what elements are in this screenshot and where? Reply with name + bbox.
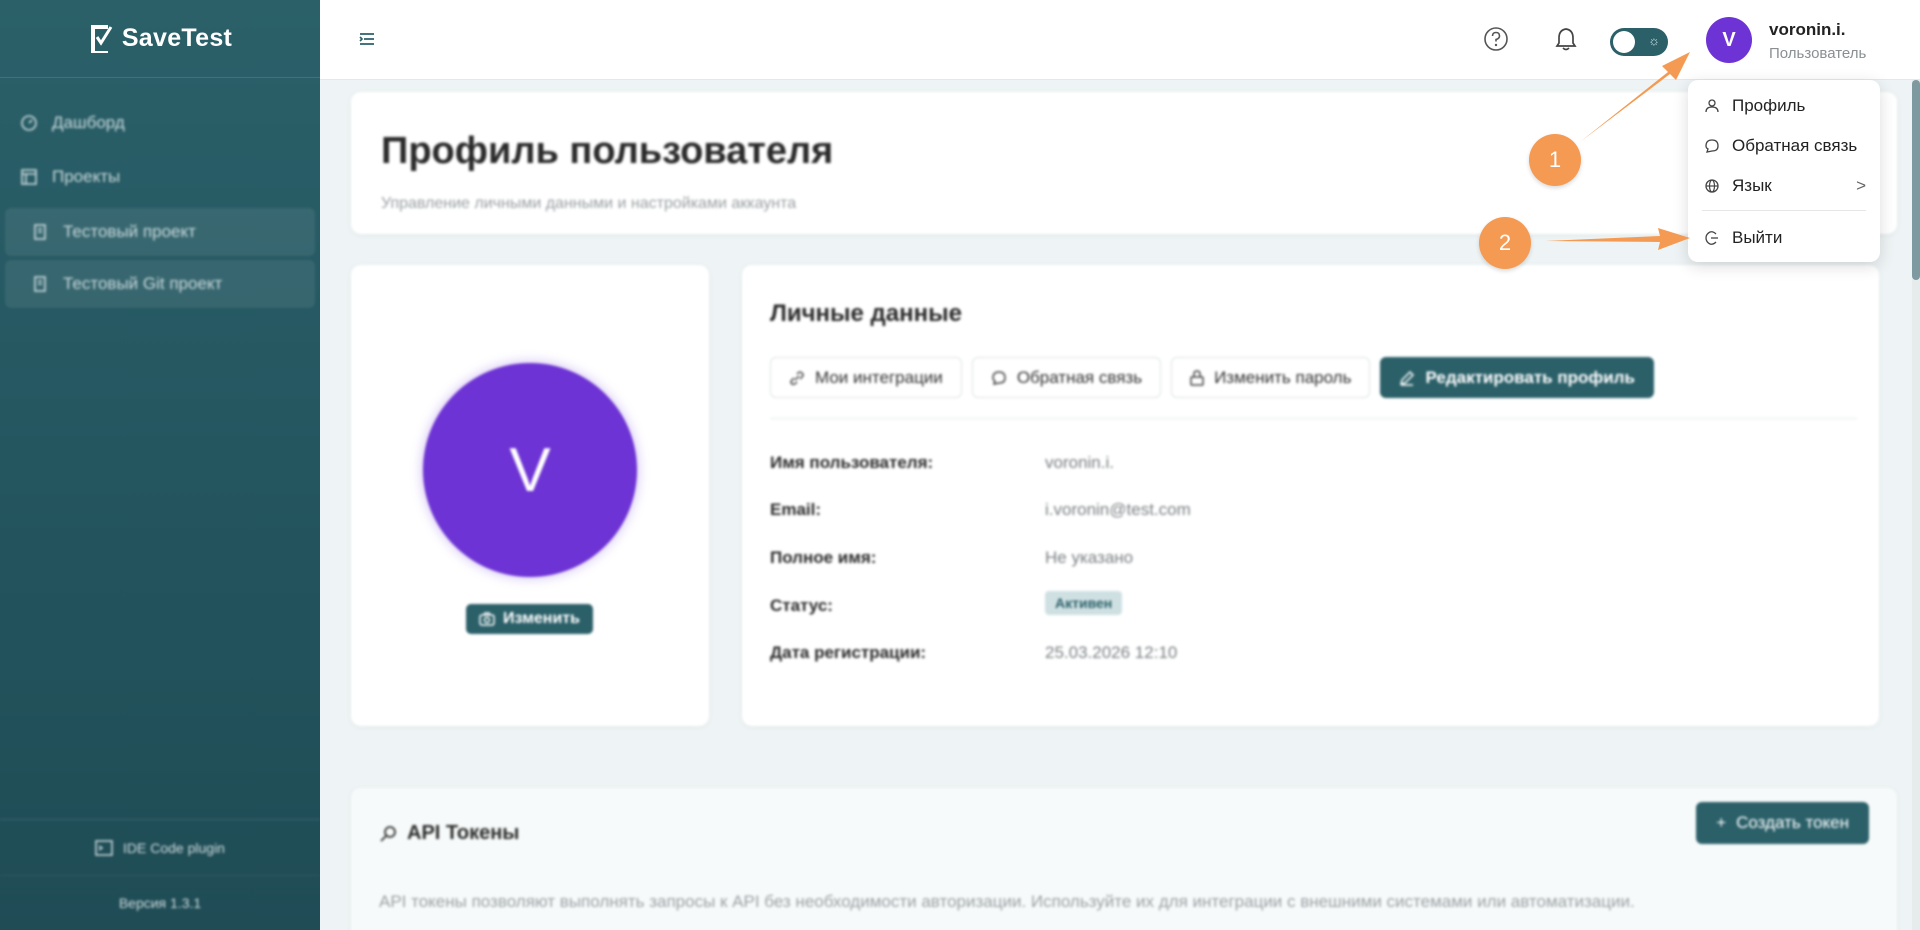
menu-item-label: Выйти [1732, 228, 1783, 247]
sun-icon: ☼ [1648, 33, 1660, 48]
menu-item-language[interactable]: Язык > [1688, 167, 1880, 205]
my-integrations-button[interactable]: Мои интеграции [770, 357, 962, 398]
menu-item-label: Обратная связь [1732, 136, 1858, 155]
sidebar-item-projects[interactable]: Проекты [0, 150, 320, 204]
main-content: Профиль пользователя Управление личными … [320, 80, 1920, 930]
sidebar-item-label: Дашборд [52, 113, 125, 132]
status-badge: Активен [1045, 591, 1123, 615]
menu-item-logout[interactable]: Выйти [1688, 219, 1880, 257]
chevron-right-icon: > [1856, 176, 1866, 195]
chat-icon [992, 370, 1006, 385]
projects-icon [21, 169, 37, 185]
logout-icon [1705, 231, 1718, 245]
change-password-label: Изменить пароль [1214, 367, 1352, 387]
feedback-button[interactable]: Обратная связь [971, 357, 1162, 398]
scrollbar-thumb[interactable] [1912, 80, 1920, 280]
api-tokens-header: API Токены [379, 822, 519, 845]
menu-toggle-icon[interactable] [358, 30, 376, 48]
user-role: Пользователь [1769, 45, 1867, 62]
field-value: voronin.i. [1045, 453, 1114, 472]
annotation-badge-1: 1 [1529, 134, 1581, 186]
link-icon [790, 370, 804, 385]
field-label: Полное имя: [770, 548, 877, 567]
logo-icon [90, 24, 113, 53]
field-label: Email: [770, 500, 822, 519]
sidebar-item-label: Тестовый проект [63, 222, 196, 241]
user-dropdown-menu: Профиль Обратная связь Язык > Выйти [1688, 80, 1880, 262]
plus-icon: + [1716, 813, 1727, 832]
project-icon [34, 276, 46, 292]
change-avatar-button[interactable]: Изменить [466, 604, 593, 634]
version-label: Версия 1.3.1 [0, 875, 320, 930]
api-tokens-title: API Токены [407, 822, 520, 844]
logo-text: SaveTest [121, 24, 233, 52]
chat-icon [1705, 139, 1719, 153]
ide-plugin-label: IDE Code plugin [123, 839, 225, 856]
sidebar-item-label: Тестовый Git проект [63, 274, 223, 293]
sidebar-item-test-git-project[interactable]: Тестовый Git проект [5, 260, 315, 308]
theme-toggle[interactable]: ☼ [1610, 28, 1668, 56]
lock-icon [1190, 369, 1204, 386]
personal-data-card: Личные данные Мои интеграции Обратная св… [742, 265, 1879, 726]
change-password-button[interactable]: Изменить пароль [1171, 357, 1371, 398]
edit-profile-button[interactable]: Редактировать профиль [1380, 357, 1654, 398]
menu-item-label: Профиль [1732, 96, 1806, 115]
menu-item-feedback[interactable]: Обратная связь [1688, 127, 1880, 165]
sidebar-item-test-project[interactable]: Тестовый проект [5, 208, 315, 256]
feedback-label: Обратная связь [1016, 367, 1143, 387]
menu-item-profile[interactable]: Профиль [1688, 87, 1880, 125]
divider [770, 418, 1857, 419]
field-label: Имя пользователя: [770, 453, 934, 472]
change-avatar-label: Изменить [503, 610, 580, 627]
user-icon [1705, 99, 1719, 113]
key-icon [380, 825, 396, 842]
menu-divider [1702, 210, 1866, 211]
toggle-knob [1613, 31, 1635, 53]
api-tokens-card: API Токены + Создать токен API токены по… [351, 788, 1897, 930]
page-subtitle: Управление личными данными и настройками… [381, 195, 797, 212]
annotation-badge-2: 2 [1479, 217, 1531, 269]
notification-bell-icon[interactable] [1554, 26, 1578, 52]
terminal-icon [95, 839, 113, 856]
top-bar: ☼ V voronin.i. Пользователь [320, 0, 1920, 80]
camera-icon [479, 612, 495, 626]
user-name[interactable]: voronin.i. [1769, 20, 1846, 40]
avatar-card: V Изменить [351, 265, 709, 726]
logo[interactable]: SaveTest [0, 0, 320, 78]
project-icon [34, 224, 46, 240]
user-avatar[interactable]: V [1706, 17, 1752, 63]
help-icon[interactable] [1483, 26, 1509, 52]
profile-avatar: V [423, 363, 637, 577]
sidebar-item-dashboard[interactable]: Дашборд [0, 96, 320, 150]
page-header: Профиль пользователя Управление личными … [351, 92, 1897, 234]
dashboard-icon [21, 115, 37, 131]
ide-plugin-link[interactable]: IDE Code plugin [0, 820, 320, 875]
field-value: Не указано [1045, 548, 1134, 567]
menu-item-label: Язык [1732, 176, 1772, 195]
field-value: i.voronin@test.com [1045, 500, 1191, 519]
sidebar: SaveTest Дашборд Проекты Тестовый проект… [0, 0, 320, 930]
globe-icon [1705, 179, 1719, 193]
create-token-label: Создать токен [1736, 813, 1849, 832]
edit-profile-label: Редактировать профиль [1425, 367, 1635, 387]
api-tokens-description: API токены позволяют выполнять запросы к… [379, 892, 1635, 911]
field-label: Дата регистрации: [770, 643, 927, 662]
field-value: 25.03.2026 12:10 [1045, 643, 1178, 662]
page-title: Профиль пользователя [381, 130, 834, 172]
my-integrations-label: Мои интеграции [815, 367, 943, 387]
pencil-icon [1400, 370, 1415, 386]
field-label: Статус: [770, 596, 833, 615]
section-title: Личные данные [770, 300, 962, 327]
sidebar-item-label: Проекты [52, 167, 121, 186]
create-token-button[interactable]: + Создать токен [1696, 802, 1869, 844]
scrollbar[interactable] [1912, 80, 1920, 930]
